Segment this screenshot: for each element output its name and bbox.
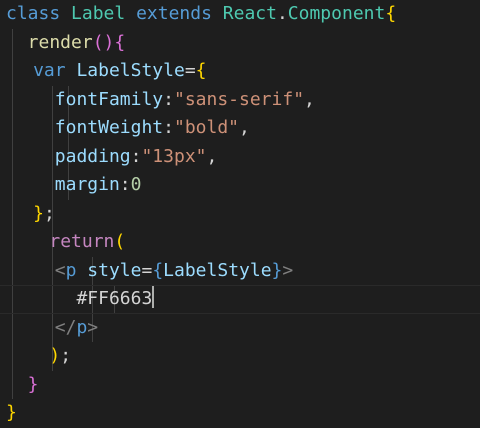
code-token: } — [271, 259, 283, 281]
code-token: 0 — [130, 174, 142, 195]
code-token: p — [76, 316, 88, 338]
code-token: { — [385, 3, 397, 24]
code-token: LabelStyle — [76, 60, 185, 81]
code-token: Label — [71, 3, 137, 24]
code-token: "sans-serif" — [173, 88, 305, 110]
code-editor[interactable]: class Label extends React.Component{rend… — [0, 0, 480, 427]
code-line-current[interactable]: #FF6663 — [0, 285, 480, 314]
code-token: fontFamily — [54, 88, 164, 110]
code-token: extends — [136, 3, 223, 24]
code-token: "13px" — [141, 145, 207, 167]
code-token: ) — [49, 345, 61, 366]
code-token: , — [206, 145, 218, 167]
code-token: : — [163, 88, 174, 110]
code-line[interactable]: ); — [0, 342, 480, 371]
text-cursor — [152, 286, 155, 308]
code-line[interactable]: render(){ — [0, 29, 480, 58]
code-token: </ — [54, 316, 77, 338]
code-line[interactable]: class Label extends React.Component{ — [0, 0, 480, 29]
code-token: fontWeight — [54, 117, 164, 138]
code-token: : — [163, 117, 174, 138]
code-token: ; — [60, 345, 72, 366]
code-token: return — [49, 231, 115, 252]
code-token: render — [27, 31, 93, 53]
code-token: = — [184, 60, 196, 81]
code-token: padding — [54, 145, 131, 167]
code-line[interactable]: } — [0, 371, 480, 400]
code-token: style — [87, 259, 142, 281]
code-token: { — [195, 60, 207, 81]
code-token: React — [222, 3, 277, 24]
code-token: < — [54, 259, 66, 281]
code-token: } — [27, 373, 39, 395]
code-token: "bold" — [173, 117, 240, 138]
code-line[interactable]: }; — [0, 200, 480, 229]
code-line[interactable]: } — [0, 399, 480, 428]
code-token: () — [92, 31, 115, 53]
code-token: Component — [287, 3, 386, 24]
code-line[interactable]: return( — [0, 228, 480, 257]
code-token: ; — [43, 202, 55, 224]
code-line[interactable]: </p> — [0, 314, 480, 343]
code-token: > — [282, 259, 294, 281]
code-token: class — [6, 3, 72, 24]
code-token: { — [152, 259, 164, 281]
code-token: p — [65, 259, 88, 281]
code-token: #FF6663 — [76, 288, 153, 309]
code-token: LabelStyle — [163, 259, 272, 281]
code-token: , — [304, 88, 315, 110]
code-line[interactable]: fontWeight:"bold", — [0, 114, 480, 143]
code-line[interactable]: <p style={LabelStyle}> — [0, 257, 480, 286]
code-token: > — [87, 316, 99, 338]
code-token: , — [239, 117, 250, 138]
code-token: margin — [54, 174, 120, 195]
code-line[interactable]: padding:"13px", — [0, 143, 480, 172]
code-token: var — [33, 60, 77, 81]
code-token: } — [33, 202, 44, 224]
code-line[interactable]: margin:0 — [0, 171, 480, 200]
code-line[interactable]: var LabelStyle={ — [0, 57, 480, 86]
code-token: { — [114, 31, 126, 53]
code-token: = — [141, 259, 153, 281]
code-token: ( — [114, 231, 126, 252]
code-line[interactable]: fontFamily:"sans-serif", — [0, 86, 480, 115]
code-token: : — [130, 145, 142, 167]
code-token: : — [119, 174, 131, 195]
code-token: . — [276, 3, 288, 24]
code-token: } — [6, 402, 17, 423]
